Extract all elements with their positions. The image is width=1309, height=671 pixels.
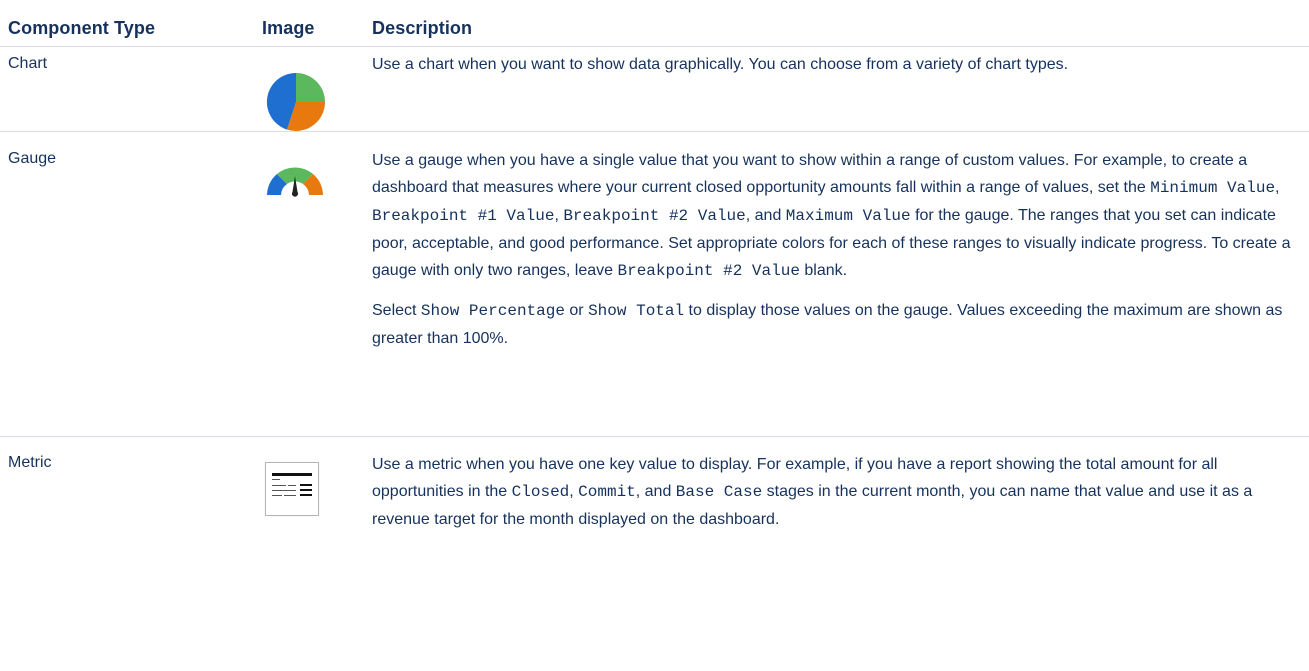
table-row-chart: Chart Use a chart when you want to show … (0, 47, 1309, 132)
code-closed: Closed (511, 483, 570, 501)
code-show-total: Show Total (588, 302, 685, 320)
gauge-sep-2: , (554, 207, 564, 224)
gauge-sep-1: , (1275, 179, 1280, 196)
pie-chart-icon (266, 72, 325, 132)
code-breakpoint-1-value: Breakpoint #1 Value (372, 207, 555, 225)
gauge-text-3: blank. (799, 262, 848, 279)
description-gauge: Use a gauge when you have a single value… (372, 147, 1300, 364)
component-type-chart: Chart (8, 55, 48, 72)
gauge-text-1: Use a gauge when you have a single value… (372, 152, 1248, 196)
table-row-metric: Metric Use a metric when you have one ke… (0, 437, 1309, 577)
code-minimum-value: Minimum Value (1150, 179, 1276, 197)
table-row-gauge: Gauge Use a gauge when you have a single… (0, 132, 1309, 437)
gauge-sep-3: , and (745, 207, 786, 224)
metric-description-text: Use a metric when you have one key value… (372, 451, 1300, 533)
gauge-image-cell (265, 163, 365, 204)
code-breakpoint-2-value: Breakpoint #2 Value (563, 207, 746, 225)
description-chart: Use a chart when you want to show data g… (372, 51, 1300, 90)
component-type-gauge: Gauge (8, 150, 57, 167)
metric-image-cell (265, 462, 365, 516)
gauge-icon (267, 167, 323, 197)
header-image: Image (262, 18, 315, 38)
component-type-metric: Metric (8, 454, 52, 471)
chart-description-text: Use a chart when you want to show data g… (372, 56, 1069, 73)
table-header-row: Component Type Image Description (0, 0, 1309, 47)
code-base-case: Base Case (675, 483, 763, 501)
code-breakpoint-2-value-blank: Breakpoint #2 Value (617, 262, 800, 280)
code-show-percentage: Show Percentage (420, 302, 565, 320)
code-commit: Commit (578, 483, 636, 501)
description-metric: Use a metric when you have one key value… (372, 451, 1300, 545)
gauge-description-para-2: Select Show Percentage or Show Total to … (372, 297, 1300, 352)
chart-image-cell (265, 71, 365, 138)
metric-icon (265, 462, 319, 516)
metric-sep-2: , and (635, 483, 676, 500)
gauge-description-para-1: Use a gauge when you have a single value… (372, 147, 1300, 285)
code-maximum-value: Maximum Value (785, 207, 911, 225)
gauge-text-or: or (564, 302, 589, 319)
metric-sep-1: , (569, 483, 579, 500)
gauge-text-4: Select (372, 302, 421, 319)
header-description: Description (372, 18, 473, 38)
header-component-type: Component Type (8, 18, 156, 38)
component-types-table: Component Type Image Description Chart U… (0, 0, 1309, 577)
